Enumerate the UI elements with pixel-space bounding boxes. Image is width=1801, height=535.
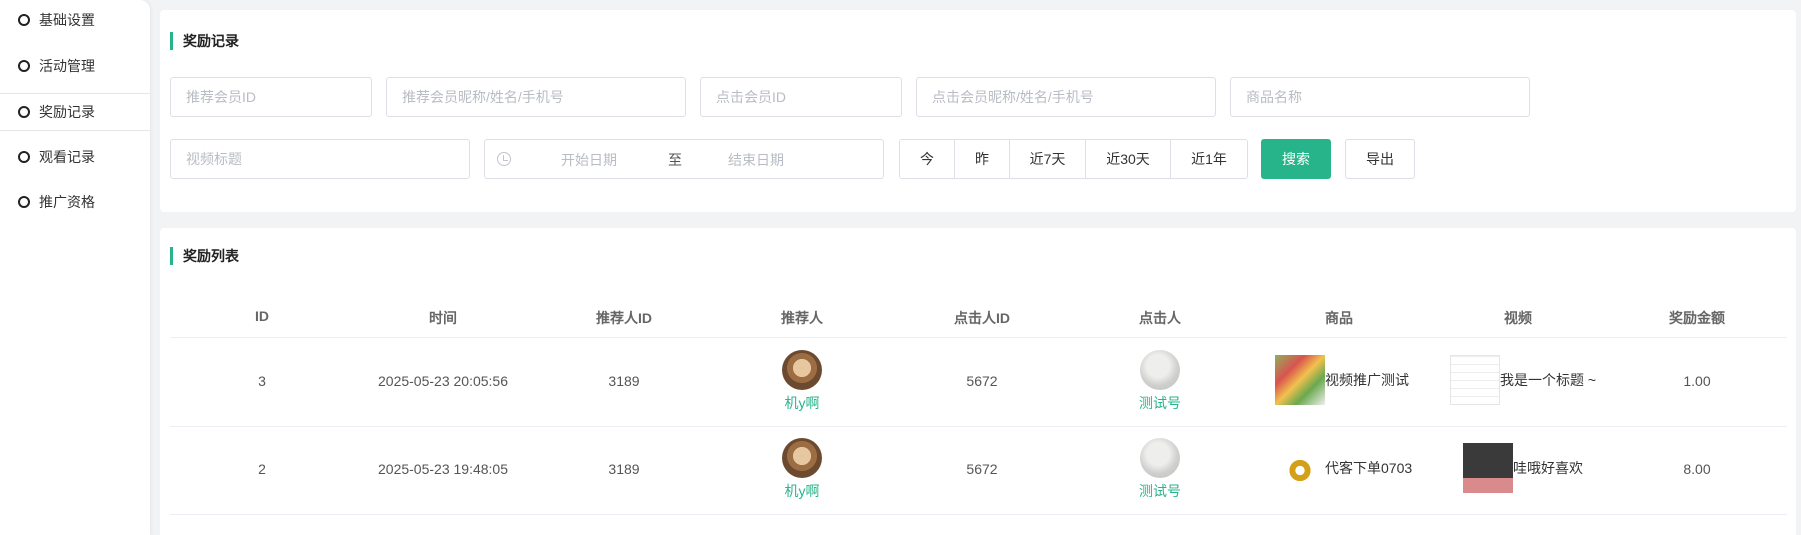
- cell-clicker-id: 5672: [966, 373, 998, 389]
- quick-range-today-button[interactable]: 今: [900, 140, 955, 178]
- column-header-referrer: 推荐人: [781, 310, 823, 326]
- table-row: 2 2025-05-23 19:48:05 3189 机y啊 5672 测试号 …: [170, 427, 1787, 515]
- column-header-clicker: 点击人: [1139, 310, 1181, 326]
- referrer-info-input[interactable]: [386, 77, 686, 117]
- column-header-video: 视频: [1504, 310, 1532, 326]
- product-cell: 代客下单0703: [1275, 443, 1412, 493]
- sidebar-item-label: 推广资格: [39, 194, 95, 210]
- sidebar-item-view-records[interactable]: 观看记录: [0, 138, 150, 176]
- section-title-reward-list: 奖励列表: [170, 246, 239, 266]
- quick-range-7days-button[interactable]: 近7天: [1010, 140, 1086, 178]
- cell-referrer-id: 3189: [608, 373, 640, 389]
- export-button[interactable]: 导出: [1345, 139, 1415, 179]
- circle-icon: [18, 14, 30, 26]
- column-header-id: ID: [255, 308, 269, 324]
- cell-amount: 8.00: [1683, 461, 1711, 477]
- column-header-product: 商品: [1325, 310, 1353, 326]
- section-title-text: 奖励记录: [183, 33, 239, 49]
- section-title-text: 奖励列表: [183, 248, 239, 264]
- end-date-field[interactable]: 结束日期: [728, 150, 784, 170]
- video-title: 我是一个标题 ~: [1500, 372, 1597, 388]
- quick-range-30days-button[interactable]: 近30天: [1086, 140, 1171, 178]
- date-range-picker[interactable]: 开始日期 至 结束日期: [484, 139, 884, 179]
- video-cell: 哇哦好喜欢: [1463, 443, 1583, 493]
- filter-panel: 奖励记录 开始日期 至 结束日期 今 昨 近7天 近30天 近1年 搜索 导出: [160, 10, 1796, 212]
- sidebar-item-label: 活动管理: [39, 58, 95, 74]
- avatar: [1140, 438, 1180, 478]
- circle-icon: [18, 106, 30, 118]
- circle-icon: [18, 151, 30, 163]
- referrer-name-link[interactable]: 机y啊: [785, 393, 820, 413]
- cell-time: 2025-05-23 19:48:05: [378, 461, 508, 477]
- start-date-field[interactable]: 开始日期: [561, 150, 617, 170]
- product-cell: 视频推广测试: [1275, 355, 1409, 405]
- cell-id: 2: [258, 461, 266, 477]
- referrer-cell: 机y啊: [762, 350, 842, 413]
- avatar: [782, 438, 822, 478]
- product-name: 代客下单0703: [1325, 460, 1413, 476]
- video-thumbnail: [1463, 443, 1513, 493]
- title-accent-bar: [170, 32, 173, 50]
- clicker-info-input[interactable]: [916, 77, 1216, 117]
- referrer-cell: 机y啊: [762, 438, 842, 501]
- column-header-time: 时间: [429, 310, 457, 326]
- search-button[interactable]: 搜索: [1261, 139, 1331, 179]
- quick-range-1year-button[interactable]: 近1年: [1171, 140, 1247, 178]
- reward-list-panel: 奖励列表 ID 时间 推荐人ID 推荐人 点击人ID 点击人 商品 视频 奖励金…: [160, 228, 1796, 535]
- video-title: 哇哦好喜欢: [1513, 460, 1583, 476]
- quick-range-yesterday-button[interactable]: 昨: [955, 140, 1010, 178]
- circle-icon: [18, 196, 30, 208]
- product-thumbnail: [1275, 355, 1325, 405]
- referrer-id-input[interactable]: [170, 77, 372, 117]
- cell-amount: 1.00: [1683, 373, 1711, 389]
- column-header-referrer-id: 推荐人ID: [596, 310, 652, 326]
- clicker-name-link[interactable]: 测试号: [1139, 393, 1181, 413]
- avatar: [1140, 350, 1180, 390]
- clicker-id-input[interactable]: [700, 77, 902, 117]
- avatar: [782, 350, 822, 390]
- clicker-name-link[interactable]: 测试号: [1139, 481, 1181, 501]
- sidebar-item-reward-records[interactable]: 奖励记录: [0, 93, 150, 131]
- clock-icon: [497, 152, 511, 166]
- table-row: 3 2025-05-23 20:05:56 3189 机y啊 5672 测试号 …: [170, 339, 1787, 427]
- date-range-separator: 至: [668, 152, 682, 168]
- sidebar: 基础设置 活动管理 奖励记录 观看记录 推广资格: [0, 0, 150, 535]
- video-thumbnail: [1450, 355, 1500, 405]
- video-cell: 我是一个标题 ~: [1450, 355, 1596, 405]
- product-name-input[interactable]: [1230, 77, 1530, 117]
- cell-referrer-id: 3189: [608, 461, 640, 477]
- title-accent-bar: [170, 247, 173, 265]
- column-header-amount: 奖励金额: [1669, 310, 1725, 326]
- cell-time: 2025-05-23 20:05:56: [378, 373, 508, 389]
- cell-id: 3: [258, 373, 266, 389]
- cell-clicker-id: 5672: [966, 461, 998, 477]
- sidebar-item-label: 观看记录: [39, 149, 95, 165]
- sidebar-item-basic-settings[interactable]: 基础设置: [0, 1, 150, 39]
- video-title-input[interactable]: [170, 139, 470, 179]
- sidebar-item-label: 奖励记录: [39, 104, 95, 120]
- product-name: 视频推广测试: [1325, 372, 1409, 388]
- sidebar-item-label: 基础设置: [39, 12, 95, 28]
- section-title-reward-records: 奖励记录: [170, 31, 239, 51]
- column-header-clicker-id: 点击人ID: [954, 310, 1010, 326]
- quick-date-range-group: 今 昨 近7天 近30天 近1年: [899, 139, 1248, 179]
- clicker-cell: 测试号: [1120, 350, 1200, 413]
- clicker-cell: 测试号: [1120, 438, 1200, 501]
- sidebar-item-activity-management[interactable]: 活动管理: [0, 47, 150, 85]
- circle-icon: [18, 60, 30, 72]
- sidebar-item-promotion-eligibility[interactable]: 推广资格: [0, 183, 150, 221]
- table-header: ID 时间 推荐人ID 推荐人 点击人ID 点击人 商品 视频 奖励金额: [170, 296, 1787, 338]
- referrer-name-link[interactable]: 机y啊: [785, 481, 820, 501]
- product-thumbnail: [1275, 443, 1325, 493]
